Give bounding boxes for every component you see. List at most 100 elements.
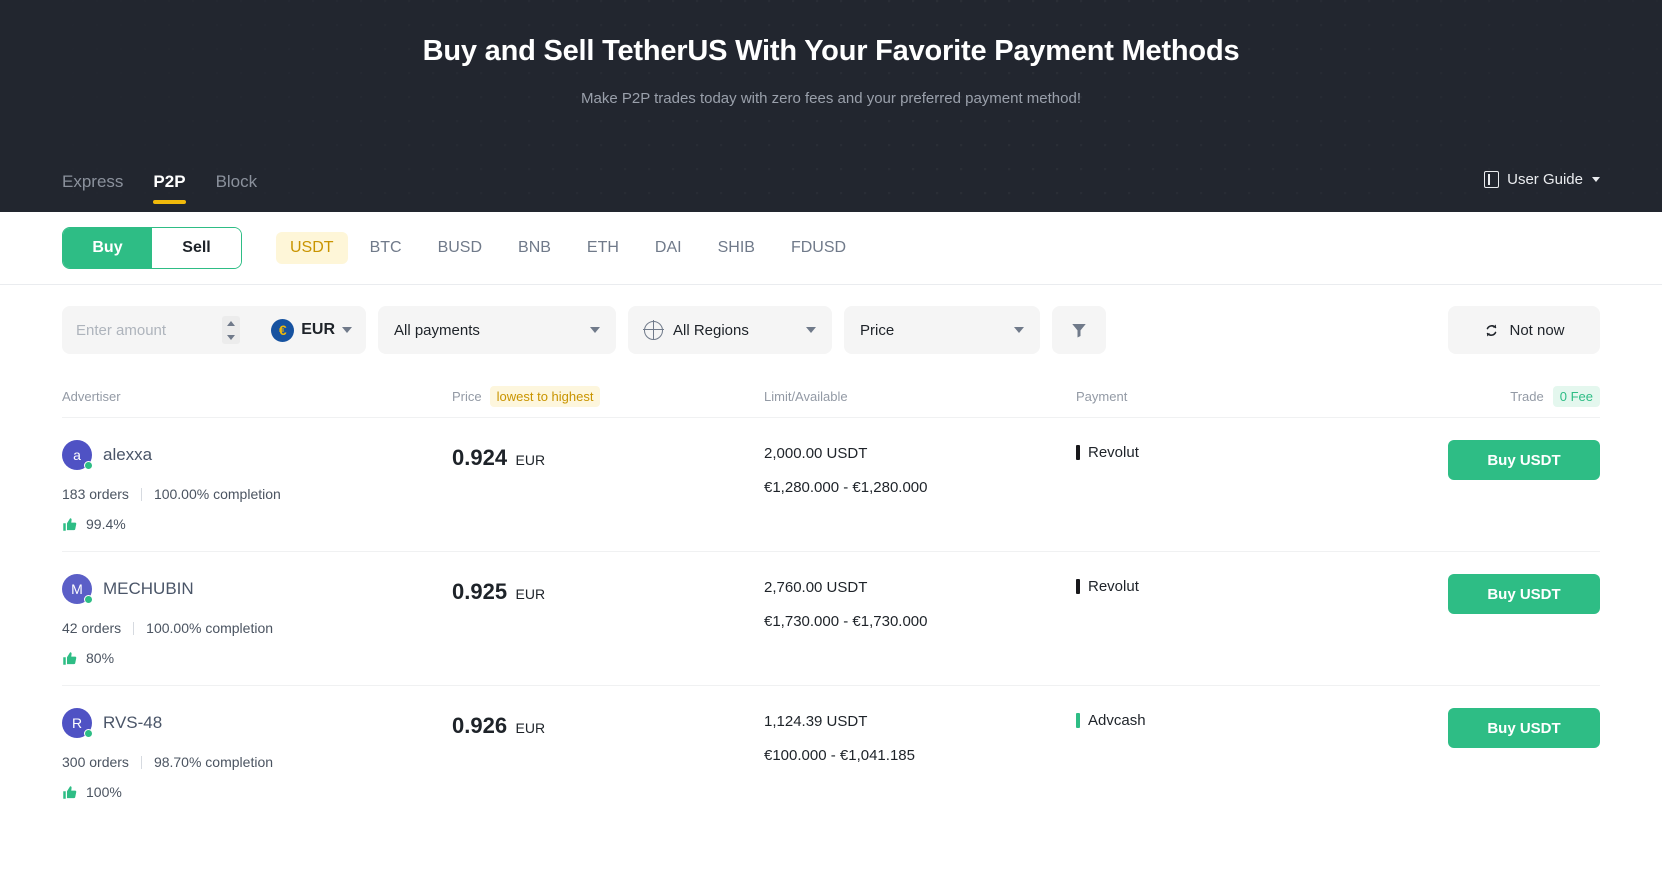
advertiser-name[interactable]: RVS-48 bbox=[103, 713, 162, 733]
coin-tabs: USDT BTC BUSD BNB ETH DAI SHIB FDUSD bbox=[276, 232, 860, 264]
price-currency: EUR bbox=[515, 720, 546, 736]
avatar: R bbox=[62, 708, 93, 738]
buy-usdt-button[interactable]: Buy USDT bbox=[1448, 440, 1600, 480]
payment-method-name: Revolut bbox=[1088, 578, 1139, 595]
limit-available-cell: 2,760.00 USDT €1,730.000 - €1,730.000 bbox=[764, 574, 1076, 630]
coin-tab-usdt[interactable]: USDT bbox=[276, 232, 348, 264]
page-title: Buy and Sell TetherUS With Your Favorite… bbox=[422, 35, 1240, 67]
payments-select[interactable]: All payments bbox=[378, 306, 616, 354]
payment-color-bar bbox=[1076, 713, 1080, 728]
price-currency: EUR bbox=[515, 586, 546, 602]
column-header-price: Price lowest to highest bbox=[452, 385, 764, 407]
advanced-filter-button[interactable] bbox=[1052, 306, 1106, 354]
payment-cell: Revolut bbox=[1076, 574, 1334, 595]
search-amount-input[interactable] bbox=[76, 321, 222, 339]
refresh-icon bbox=[1487, 324, 1497, 336]
advertiser-stats: 300 orders 98.70% completion bbox=[62, 754, 452, 770]
chevron-down-icon bbox=[590, 327, 600, 333]
price-sort-select[interactable]: Price bbox=[844, 306, 1040, 354]
price-sort-badge: lowest to highest bbox=[489, 385, 601, 407]
chevron-down-icon bbox=[806, 327, 816, 333]
coin-tab-shib[interactable]: SHIB bbox=[704, 232, 769, 264]
price-currency: EUR bbox=[515, 452, 546, 468]
coin-tab-eth[interactable]: ETH bbox=[573, 232, 633, 264]
table-row: M MECHUBIN 42 orders 100.00% completion … bbox=[62, 551, 1600, 685]
market-selector-bar: Buy Sell USDT BTC BUSD BNB ETH DAI SHIB … bbox=[0, 212, 1662, 285]
euro-coin-icon: € bbox=[271, 318, 295, 342]
advertiser-identity: R RVS-48 bbox=[62, 708, 452, 738]
thumbs-up-icon bbox=[63, 785, 77, 799]
sell-tab[interactable]: Sell bbox=[152, 228, 241, 268]
advertiser-name[interactable]: alexxa bbox=[103, 445, 152, 465]
advertiser-identity: M MECHUBIN bbox=[62, 574, 452, 604]
buy-usdt-button[interactable]: Buy USDT bbox=[1448, 574, 1600, 614]
globe-icon bbox=[643, 319, 664, 341]
online-status-dot bbox=[84, 595, 93, 604]
payments-select-value: All payments bbox=[394, 321, 480, 339]
coin-tab-bnb[interactable]: BNB bbox=[504, 232, 565, 264]
online-status-dot bbox=[84, 729, 93, 738]
limit-value: 1,124.39 USDT bbox=[764, 713, 868, 730]
hero-tab-bar: Express P2P Block User Guide bbox=[0, 150, 1662, 212]
advertiser-cell: M MECHUBIN 42 orders 100.00% completion … bbox=[62, 574, 452, 666]
trade-cell: Buy USDT bbox=[1334, 574, 1600, 614]
coin-tab-btc[interactable]: BTC bbox=[356, 232, 416, 264]
completion-rate: 100.00% completion bbox=[146, 620, 274, 636]
tab-express[interactable]: Express bbox=[62, 172, 123, 212]
currency-code: EUR bbox=[301, 321, 335, 338]
amount-stepper[interactable] bbox=[222, 316, 240, 344]
table-row: a alexxa 183 orders 100.00% completion 9… bbox=[62, 417, 1600, 551]
regions-select[interactable]: All Regions bbox=[628, 306, 832, 354]
rating-value: 80% bbox=[86, 650, 115, 666]
advertiser-cell: R RVS-48 300 orders 98.70% completion 10… bbox=[62, 708, 452, 800]
rating-value: 100% bbox=[86, 784, 122, 800]
zero-fee-badge: 0 Fee bbox=[1552, 385, 1600, 407]
user-guide-menu[interactable]: User Guide bbox=[1484, 170, 1600, 192]
coin-tab-fdusd[interactable]: FDUSD bbox=[777, 232, 860, 264]
hero-banner: Buy and Sell TetherUS With Your Favorite… bbox=[0, 0, 1662, 212]
chevron-up-icon bbox=[227, 320, 235, 326]
column-header-payment: Payment bbox=[1076, 388, 1128, 404]
chevron-down-icon bbox=[342, 327, 352, 333]
advertiser-identity: a alexxa bbox=[62, 440, 452, 470]
thumbs-up-icon bbox=[63, 651, 77, 665]
price-cell: 0.925 EUR bbox=[452, 574, 764, 605]
book-icon bbox=[1484, 170, 1500, 188]
limit-available-cell: 1,124.39 USDT €100.000 - €1,041.185 bbox=[764, 708, 1076, 764]
regions-select-value: All Regions bbox=[673, 321, 749, 339]
stat-divider bbox=[140, 487, 142, 501]
payment-color-bar bbox=[1076, 579, 1080, 594]
funnel-icon bbox=[1072, 324, 1086, 338]
avatar: a bbox=[62, 440, 93, 470]
avatar-initial: a bbox=[73, 447, 81, 463]
available-range: €1,730.000 - €1,730.000 bbox=[764, 613, 928, 630]
buy-tab[interactable]: Buy bbox=[63, 228, 152, 268]
page-subtitle: Make P2P trades today with zero fees and… bbox=[581, 90, 1081, 107]
payment-cell: Revolut bbox=[1076, 440, 1334, 461]
user-guide-label: User Guide bbox=[1507, 170, 1583, 188]
stat-divider bbox=[140, 755, 142, 769]
order-count: 300 orders bbox=[62, 754, 129, 770]
completion-rate: 98.70% completion bbox=[153, 754, 274, 770]
tab-p2p[interactable]: P2P bbox=[153, 172, 186, 212]
available-range: €100.000 - €1,041.185 bbox=[764, 747, 915, 764]
online-status-dot bbox=[84, 461, 93, 470]
price-cell: 0.926 EUR bbox=[452, 708, 764, 739]
advertiser-rating: 100% bbox=[62, 784, 452, 800]
column-header-price-label: Price bbox=[452, 388, 482, 404]
advertiser-rating: 80% bbox=[62, 650, 452, 666]
limit-value: 2,760.00 USDT bbox=[764, 579, 868, 596]
buy-usdt-button[interactable]: Buy USDT bbox=[1448, 708, 1600, 748]
coin-tab-dai[interactable]: DAI bbox=[641, 232, 696, 264]
payment-method-name: Revolut bbox=[1088, 444, 1139, 461]
avatar: M bbox=[62, 574, 93, 604]
advertiser-rating: 99.4% bbox=[62, 516, 452, 532]
coin-tab-busd[interactable]: BUSD bbox=[424, 232, 496, 264]
currency-select[interactable]: € EUR bbox=[271, 318, 352, 342]
advertiser-name[interactable]: MECHUBIN bbox=[103, 579, 194, 599]
refresh-button[interactable]: Not now bbox=[1448, 306, 1600, 354]
available-range: €1,280.000 - €1,280.000 bbox=[764, 479, 928, 496]
order-count: 42 orders bbox=[62, 620, 122, 636]
tab-block[interactable]: Block bbox=[216, 172, 258, 212]
column-header-trade: Trade 0 Fee bbox=[1334, 385, 1600, 407]
